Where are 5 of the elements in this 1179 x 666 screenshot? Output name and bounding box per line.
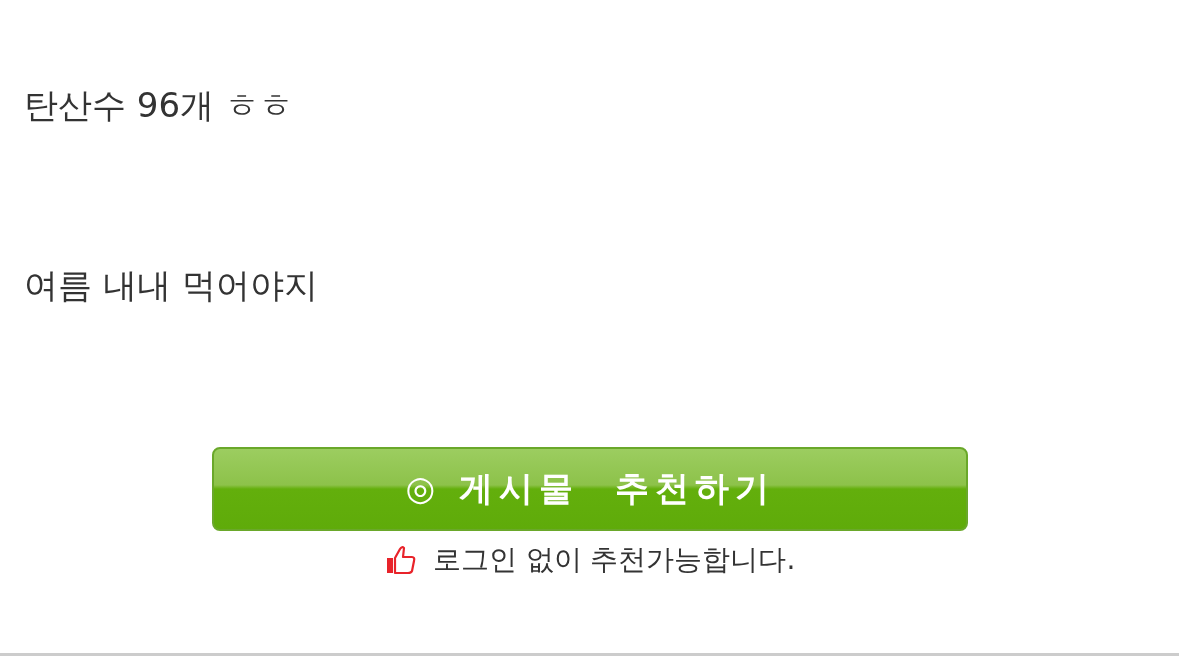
post-text: 여름 내내 먹어야지 [24, 264, 319, 307]
recommend-button[interactable]: ◎ 게시물 추천하기 [212, 447, 968, 531]
recommend-note: 로그인 없이 추천가능합니다. [432, 542, 796, 578]
thumbs-up-icon [384, 545, 417, 575]
post-text: 탄산수 96개 ㅎㅎ [24, 84, 294, 127]
